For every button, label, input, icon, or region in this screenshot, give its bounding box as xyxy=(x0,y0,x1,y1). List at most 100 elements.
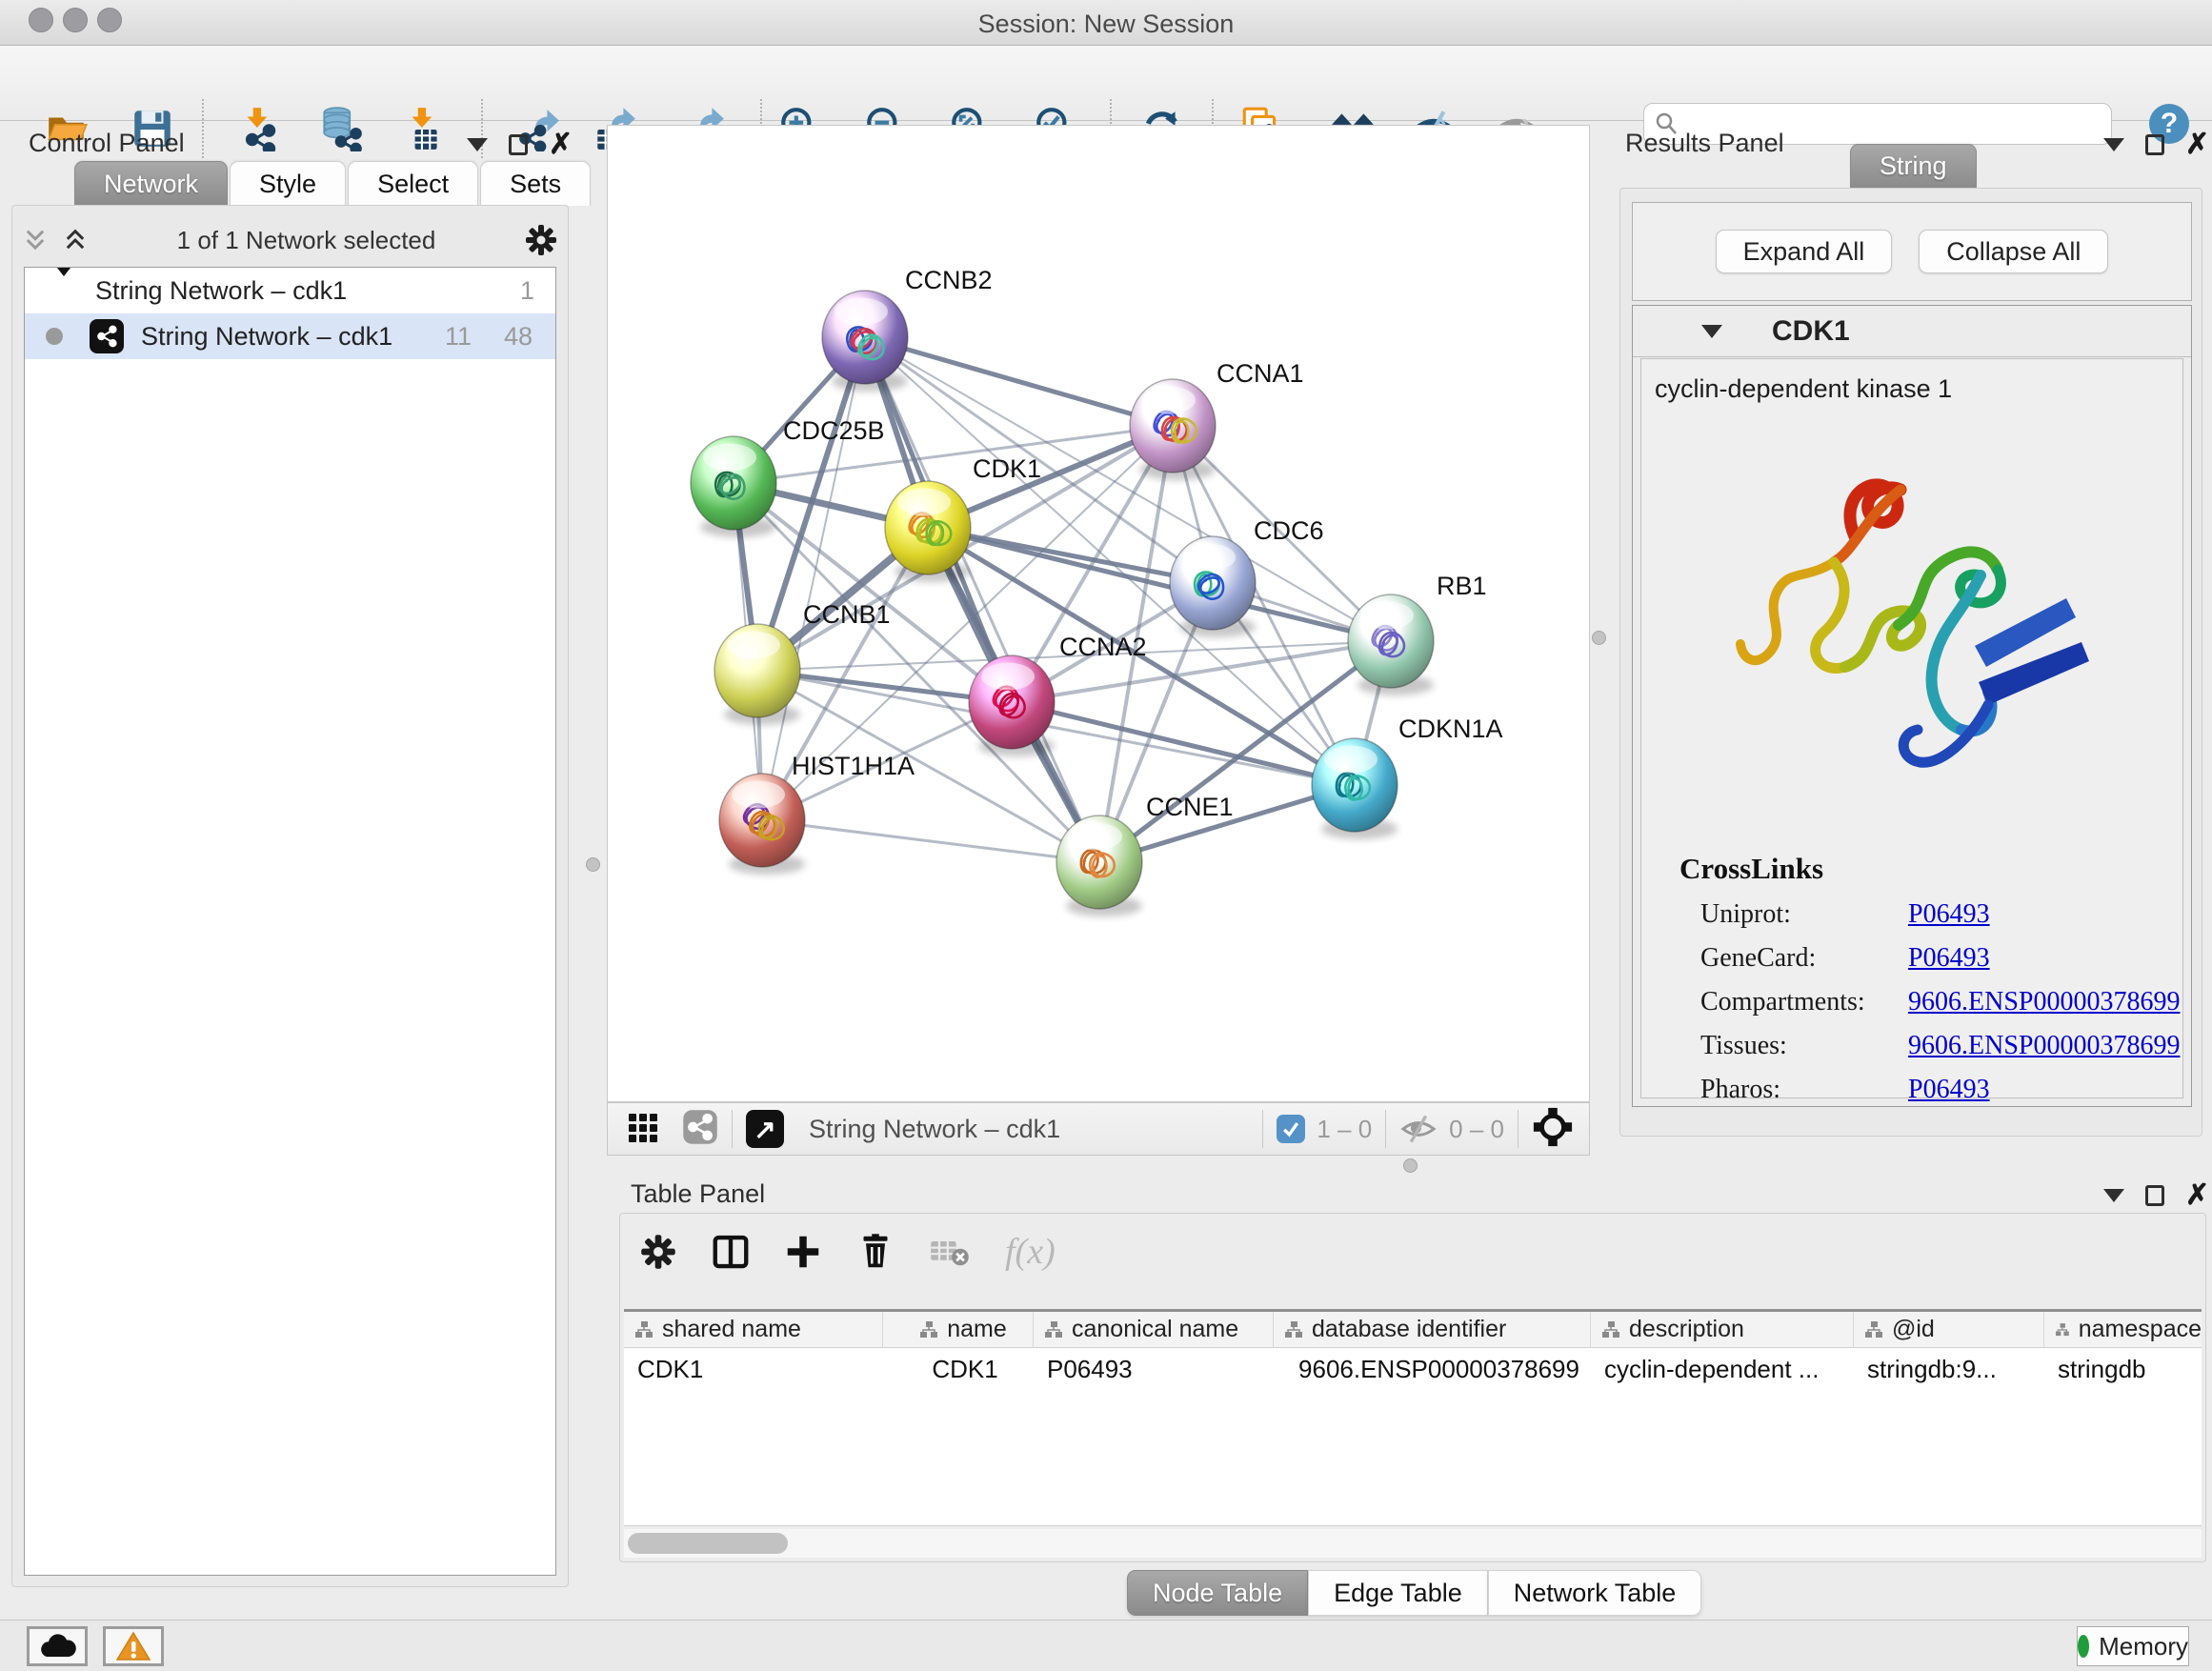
panel-menu-icon[interactable] xyxy=(2103,138,2124,151)
tab-network-table[interactable]: Network Table xyxy=(1488,1570,1702,1616)
node-label-HIST1H1A: HIST1H1A xyxy=(792,752,915,780)
cloud-status-button[interactable] xyxy=(27,1626,88,1666)
create-column-icon[interactable] xyxy=(784,1233,822,1271)
memory-label: Memory xyxy=(2099,1632,2188,1661)
crosslink-link[interactable]: 9606.ENSP00000378699 xyxy=(1908,1031,2180,1061)
table-header-row: shared name name canonical name database… xyxy=(624,1312,2202,1348)
panel-float-icon[interactable] xyxy=(509,134,528,155)
selected-indicator-checkbox[interactable] xyxy=(1277,1115,1305,1143)
memory-status-dot xyxy=(2078,1635,2089,1658)
table-row[interactable]: CDK1 CDK1 P06493 9606.ENSP00000378699 cy… xyxy=(624,1348,2202,1390)
crosslink-link[interactable]: P06493 xyxy=(1908,1075,1990,1105)
panel-float-icon[interactable] xyxy=(2145,134,2164,155)
horizontal-splitter-handle[interactable] xyxy=(1403,1158,1418,1173)
node-label-RB1: RB1 xyxy=(1437,572,1487,600)
delete-table-icon xyxy=(929,1235,971,1269)
network-canvas[interactable]: CCNB2CCNA1CDC25BCDK1CDC6RB1CCNB1CCNA2CDK… xyxy=(607,125,1590,1102)
hidden-count: 0 – 0 xyxy=(1449,1115,1504,1144)
network-label: String Network – cdk1 xyxy=(141,322,392,352)
network-edge-count: 48 xyxy=(504,322,533,352)
collapse-section-icon[interactable] xyxy=(1701,325,1722,338)
table-horizontal-scrollbar[interactable] xyxy=(624,1529,2202,1558)
status-bar: Memory xyxy=(0,1620,2212,1671)
tab-sets[interactable]: Sets xyxy=(480,161,591,206)
tab-select[interactable]: Select xyxy=(348,161,478,206)
string-style-icon[interactable] xyxy=(682,1109,718,1150)
network-node-CCNE1[interactable]: CCNE1 xyxy=(1056,793,1234,916)
crosslink-row: Uniprot: P06493 xyxy=(1700,899,2182,930)
titlebar: Session: New Session xyxy=(0,0,2212,46)
tab-style[interactable]: Style xyxy=(230,161,346,206)
network-node-CCNA1[interactable]: CCNA1 xyxy=(1130,359,1304,480)
network-selection-status: 1 of 1 Network selected xyxy=(89,226,524,255)
hidden-eye-icon xyxy=(1399,1113,1438,1145)
selected-count: 1 – 0 xyxy=(1317,1115,1372,1144)
control-panel: Control Panel ✗ Network Style Select Set… xyxy=(11,125,569,1587)
node-label-CCNA1: CCNA1 xyxy=(1217,359,1304,388)
tab-edge-table[interactable]: Edge Table xyxy=(1308,1570,1488,1616)
expand-all-networks-icon[interactable] xyxy=(22,227,49,253)
crosslink-row: Compartments: 9606.ENSP00000378699 xyxy=(1700,987,2182,1017)
cloud-icon xyxy=(37,1632,77,1661)
delete-column-icon[interactable] xyxy=(856,1233,895,1271)
expand-collapse-bar: Expand All Collapse All xyxy=(1632,202,2192,301)
right-splitter-handle[interactable] xyxy=(1592,631,1606,645)
view-toolbar-separator xyxy=(732,1110,733,1148)
network-node-HIST1H1A[interactable]: HIST1H1A xyxy=(719,752,915,875)
panel-close-icon[interactable]: ✗ xyxy=(2185,134,2209,155)
network-node-CCNB1[interactable]: CCNB1 xyxy=(714,600,891,725)
network-node-CCNB2[interactable]: CCNB2 xyxy=(822,266,993,392)
collection-count: 1 xyxy=(520,276,534,306)
panel-menu-icon[interactable] xyxy=(2103,1189,2124,1202)
column-header[interactable]: description xyxy=(1591,1312,1854,1347)
crosslink-link[interactable]: P06493 xyxy=(1908,943,1990,974)
collapse-all-button[interactable]: Collapse All xyxy=(1919,230,2108,273)
fit-selection-crosshair-icon[interactable] xyxy=(1532,1106,1574,1153)
warning-status-button[interactable] xyxy=(103,1626,164,1666)
network-node-CDKN1A[interactable]: CDKN1A xyxy=(1312,715,1503,839)
collection-expand-icon[interactable] xyxy=(53,276,74,306)
column-header[interactable]: @id xyxy=(1854,1312,2044,1347)
expand-all-button[interactable]: Expand All xyxy=(1716,230,1893,273)
node-table: shared name name canonical name database… xyxy=(624,1309,2202,1526)
view-toolbar-separator xyxy=(1385,1110,1386,1148)
protein-details: cyclin-dependent kinase 1 xyxy=(1640,358,2183,1098)
node-label-CCNE1: CCNE1 xyxy=(1146,793,1234,821)
show-columns-icon[interactable] xyxy=(712,1233,750,1271)
tab-string[interactable]: String xyxy=(1850,144,1977,188)
collapse-all-networks-icon[interactable] xyxy=(62,227,89,253)
tab-node-table[interactable]: Node Table xyxy=(1127,1570,1308,1616)
memory-button[interactable]: Memory xyxy=(2077,1626,2189,1666)
node-label-CDK1: CDK1 xyxy=(973,454,1041,483)
control-panel-title: Control Panel xyxy=(29,129,185,158)
crosslink-link[interactable]: 9606.ENSP00000378699 xyxy=(1908,987,2180,1017)
string-results-body: Expand All Collapse All CDK1 cyclin-depe… xyxy=(1619,188,2202,1137)
left-splitter-handle[interactable] xyxy=(586,857,600,872)
column-header[interactable]: database identifier xyxy=(1274,1312,1591,1347)
birds-eye-view-icon[interactable] xyxy=(627,1111,665,1148)
crosslink-row: Pharos: P06493 xyxy=(1700,1075,2182,1105)
scrollbar-thumb[interactable] xyxy=(628,1533,788,1554)
network-node-RB1[interactable]: RB1 xyxy=(1348,572,1487,695)
table-panel-title: Table Panel xyxy=(631,1179,765,1209)
panel-close-icon[interactable]: ✗ xyxy=(2185,1185,2209,1206)
table-options-gear-icon[interactable] xyxy=(639,1233,677,1271)
table-panel: f(x) shared name name canonical name dat… xyxy=(619,1213,2206,1562)
column-header[interactable]: namespace xyxy=(2044,1312,2202,1347)
network-view-toolbar: ↗ String Network – cdk1 1 – 0 0 – 0 xyxy=(607,1102,1590,1156)
crosslink-link[interactable]: P06493 xyxy=(1908,899,1990,930)
protein-section-header[interactable]: CDK1 xyxy=(1633,306,2191,357)
network-row-selected[interactable]: String Network – cdk1 11 48 xyxy=(25,313,555,359)
column-header[interactable]: shared name xyxy=(624,1312,883,1347)
network-options-gear-icon[interactable] xyxy=(524,223,558,257)
column-header[interactable]: name xyxy=(883,1312,1034,1347)
open-in-browser-icon[interactable]: ↗ xyxy=(746,1110,784,1148)
network-collection-row[interactable]: String Network – cdk1 1 xyxy=(25,268,555,313)
panel-menu-icon[interactable] xyxy=(467,138,488,151)
column-header[interactable]: canonical name xyxy=(1034,1312,1274,1347)
tab-network[interactable]: Network xyxy=(74,161,228,206)
panel-float-icon[interactable] xyxy=(2145,1185,2164,1206)
panel-close-icon[interactable]: ✗ xyxy=(549,134,573,155)
string-network-icon xyxy=(90,319,124,353)
string-network-graph[interactable]: CCNB2CCNA1CDC25BCDK1CDC6RB1CCNB1CCNA2CDK… xyxy=(608,126,1589,1101)
